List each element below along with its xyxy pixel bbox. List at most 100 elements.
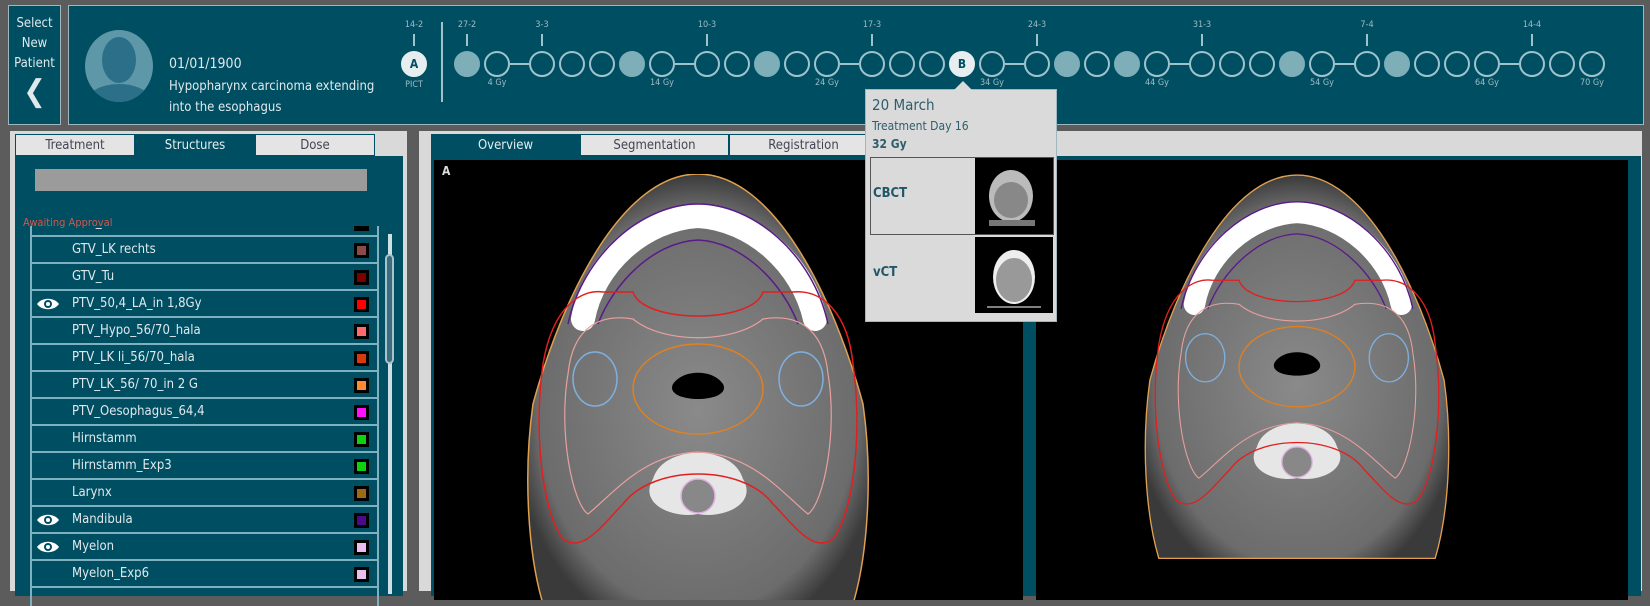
fraction-open[interactable] — [1144, 51, 1170, 77]
fraction-open[interactable] — [784, 51, 810, 77]
fraction-open[interactable] — [529, 51, 555, 77]
select-new-patient-button[interactable]: Select New Patient ❮ — [8, 5, 61, 125]
fraction-open[interactable] — [1219, 51, 1245, 77]
left-panel: Treatment Structures Dose Awaiting Appro… — [10, 131, 407, 606]
structure-color-swatch[interactable] — [354, 297, 369, 312]
structure-row[interactable]: Myelon — [32, 534, 377, 561]
structure-row[interactable]: PTV_50,4_LA_in 1,8Gy — [32, 291, 377, 318]
structure-row[interactable]: GTV_LK li — [32, 226, 377, 237]
fraction-filled[interactable] — [1114, 51, 1140, 77]
fraction-open[interactable] — [1579, 51, 1605, 77]
structure-row[interactable]: PTV_LK_56/ 70_in 2 G — [32, 372, 377, 399]
tab-dose[interactable]: Dose — [255, 134, 375, 156]
fraction-open[interactable] — [1249, 51, 1275, 77]
fraction-open[interactable] — [1024, 51, 1050, 77]
structure-row[interactable]: PTV_LK li_56/70_hala — [32, 345, 377, 372]
plan-marker-a[interactable]: A — [401, 51, 427, 77]
structure-color-swatch[interactable] — [354, 351, 369, 366]
fraction-filled[interactable] — [454, 51, 480, 77]
tab-overview[interactable]: Overview — [431, 134, 580, 156]
timeline-date-label: 14-2 — [404, 20, 424, 30]
structure-color-swatch[interactable] — [354, 405, 369, 420]
structure-color-swatch[interactable] — [354, 226, 369, 231]
structure-color-swatch[interactable] — [354, 243, 369, 258]
scrollbar-thumb[interactable] — [385, 254, 394, 364]
fraction-open[interactable] — [919, 51, 945, 77]
structure-row[interactable]: Hirnstamm — [32, 426, 377, 453]
dose-label: 4 Gy — [487, 78, 507, 88]
fraction-open[interactable] — [1549, 51, 1575, 77]
structure-color-swatch[interactable] — [354, 378, 369, 393]
fraction-filled[interactable] — [754, 51, 780, 77]
structure-row[interactable]: PTV_Hypo_56/70_hala — [32, 318, 377, 345]
structure-row[interactable]: GTV_Tu — [32, 264, 377, 291]
week-connector — [675, 63, 694, 65]
fraction-open[interactable] — [814, 51, 840, 77]
fraction-open[interactable] — [1354, 51, 1380, 77]
structure-color-swatch[interactable] — [354, 459, 369, 474]
structure-list: GTV_LK li GTV_LK rechts GTV_Tu PTV_50,4_LA_… — [30, 226, 379, 606]
fraction-open[interactable] — [694, 51, 720, 77]
structure-row[interactable]: Mandibula — [32, 507, 377, 534]
timeline-date-label: 17-3 — [862, 20, 882, 30]
fraction-filled[interactable] — [619, 51, 645, 77]
fraction-open[interactable] — [1189, 51, 1215, 77]
ct-slice-right — [1141, 174, 1453, 600]
structure-name: GTV_LK rechts — [72, 242, 156, 257]
fraction-open[interactable] — [1444, 51, 1470, 77]
structure-search-input[interactable] — [35, 169, 367, 191]
fraction-open[interactable] — [859, 51, 885, 77]
fraction-open[interactable] — [979, 51, 1005, 77]
fraction-filled[interactable] — [1054, 51, 1080, 77]
structure-name: PTV_LK_56/ 70_in 2 G — [72, 377, 198, 392]
fraction-open[interactable] — [1084, 51, 1110, 77]
fraction-open[interactable] — [1309, 51, 1335, 77]
structure-row[interactable]: Myelon_Exp6 — [32, 561, 377, 588]
structure-row[interactable]: Larynx — [32, 480, 377, 507]
structure-row[interactable]: PTV_Oesophagus_64,4 — [32, 399, 377, 426]
week-connector — [840, 63, 859, 65]
fraction-open[interactable] — [724, 51, 750, 77]
fraction-open[interactable] — [589, 51, 615, 77]
timeline-tick — [1201, 34, 1203, 46]
fraction-open[interactable] — [649, 51, 675, 77]
dose-label: 14 Gy — [650, 78, 674, 88]
tooltip-day: Treatment Day 16 — [872, 119, 969, 133]
structure-row[interactable]: GTV_LK rechts — [32, 237, 377, 264]
structure-color-swatch[interactable] — [354, 486, 369, 501]
dose-label: 54 Gy — [1310, 78, 1334, 88]
timeline-tick — [1366, 34, 1368, 46]
structure-name: PTV_50,4_LA_in 1,8Gy — [72, 296, 202, 311]
eye-icon[interactable] — [36, 540, 60, 554]
fraction-filled[interactable] — [1384, 51, 1410, 77]
tab-segmentation[interactable]: Segmentation — [580, 134, 729, 156]
cbct-thumbnail — [975, 158, 1053, 234]
plan-marker-b[interactable]: B — [949, 51, 975, 77]
tab-treatment[interactable]: Treatment — [15, 134, 135, 156]
fraction-open[interactable] — [889, 51, 915, 77]
week-connector — [1335, 63, 1354, 65]
structure-color-swatch[interactable] — [354, 513, 369, 528]
tooltip-cbct-item[interactable]: CBCT — [870, 157, 1054, 235]
tab-registration[interactable]: Registration — [729, 134, 878, 156]
tab-structures[interactable]: Structures — [135, 134, 255, 156]
structure-color-swatch[interactable] — [354, 270, 369, 285]
ct-image-right[interactable] — [1036, 160, 1628, 600]
dose-label: 64 Gy — [1475, 78, 1499, 88]
tooltip-vct-item[interactable]: vCT — [870, 236, 1054, 314]
structure-row[interactable]: Hirnstamm_Exp3 — [32, 453, 377, 480]
structure-color-swatch[interactable] — [354, 432, 369, 447]
fraction-open[interactable] — [559, 51, 585, 77]
structure-name: Myelon — [72, 539, 115, 554]
eye-icon[interactable] — [36, 297, 60, 311]
timeline-tick — [466, 34, 468, 46]
structure-color-swatch[interactable] — [354, 540, 369, 555]
fraction-open[interactable] — [1414, 51, 1440, 77]
ct-slice-left — [523, 174, 873, 600]
eye-icon[interactable] — [36, 513, 60, 527]
fraction-filled[interactable] — [1279, 51, 1305, 77]
fraction-open[interactable] — [484, 51, 510, 77]
fraction-open[interactable] — [1519, 51, 1545, 77]
fraction-open[interactable] — [1474, 51, 1500, 77]
structure-color-swatch[interactable] — [354, 324, 369, 339]
